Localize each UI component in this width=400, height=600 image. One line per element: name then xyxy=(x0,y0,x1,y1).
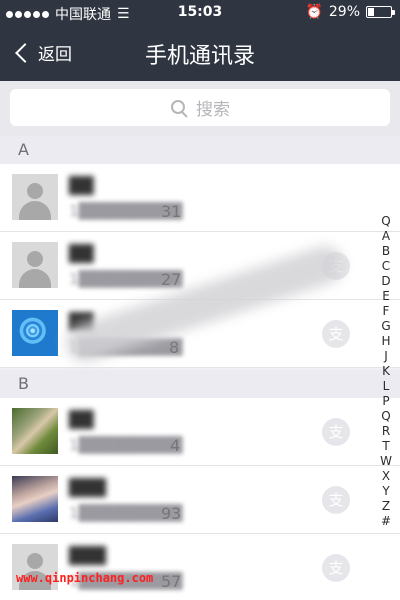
index-letter[interactable]: Z xyxy=(382,499,390,514)
phone-suffix: 93 xyxy=(161,504,182,523)
phone-suffix: 57 xyxy=(161,572,182,591)
index-letter[interactable]: Y xyxy=(382,484,389,499)
section-header-a: A xyxy=(0,136,400,164)
contact-row[interactable]: ███ 1█████████ 57 支 xyxy=(0,534,400,600)
invite-badge[interactable]: 支 xyxy=(322,320,350,348)
alarm-icon: ⏰ xyxy=(305,4,323,20)
index-letter[interactable]: X xyxy=(382,469,390,484)
index-letter[interactable]: E xyxy=(382,289,390,304)
index-letter[interactable]: H xyxy=(381,334,390,349)
contact-phone: 1█████████ xyxy=(69,436,183,454)
contact-name: ██ xyxy=(69,244,94,263)
contact-row[interactable]: ██ 1█████████ 4 支 xyxy=(0,398,400,466)
search-placeholder: 搜索 xyxy=(196,100,230,120)
section-header-b: B xyxy=(0,370,400,398)
contact-row[interactable]: ███ 1█████████ 93 支 xyxy=(0,466,400,534)
index-letter[interactable]: A xyxy=(382,229,390,244)
search-area: 搜索 xyxy=(0,81,400,136)
invite-badge[interactable]: 支 xyxy=(322,554,350,582)
avatar xyxy=(12,242,58,288)
index-letter[interactable]: W xyxy=(380,454,392,469)
battery-percent: 29% xyxy=(328,4,360,20)
index-letter[interactable]: D xyxy=(381,274,390,289)
contacts-screen: 中国联通 ☰ 15:03 ⏰ 29% 返回 手机通讯录 搜索 A ██ 1███… xyxy=(0,0,400,600)
phone-suffix: 4 xyxy=(170,436,181,455)
index-letter[interactable]: # xyxy=(381,514,391,529)
phone-suffix: 27 xyxy=(161,270,182,289)
index-letter[interactable]: Q xyxy=(381,214,390,229)
phone-suffix: 8 xyxy=(169,338,180,357)
index-letter[interactable]: K xyxy=(382,364,390,379)
index-letter[interactable]: L xyxy=(383,379,390,394)
index-letter[interactable]: C xyxy=(382,259,390,274)
page-title: 手机通讯录 xyxy=(144,44,255,69)
avatar xyxy=(12,476,58,522)
contact-name: ██ xyxy=(69,176,94,195)
avatar xyxy=(12,174,58,220)
index-letter[interactable]: T xyxy=(382,439,389,454)
invite-badge[interactable]: 支 xyxy=(322,418,350,446)
search-input[interactable]: 搜索 xyxy=(10,89,390,126)
index-letter[interactable]: B xyxy=(382,244,390,259)
search-icon xyxy=(170,99,188,117)
phone-suffix: 31 xyxy=(161,202,182,221)
contact-row[interactable]: ██ 1█████████ 31 xyxy=(0,164,400,232)
index-letter[interactable]: J xyxy=(384,349,388,364)
status-right: ⏰ 29% xyxy=(305,4,395,20)
index-letter[interactable]: P xyxy=(382,394,389,409)
avatar xyxy=(12,310,58,356)
battery-fill xyxy=(368,8,374,16)
index-letter[interactable]: Q xyxy=(381,409,390,424)
alphabet-index-bar[interactable]: Q A B C D E F G H J K L P Q R T W X Y Z # xyxy=(378,214,394,529)
battery-icon xyxy=(366,6,395,18)
contact-name: ███ xyxy=(69,478,106,497)
status-bar: 中国联通 ☰ 15:03 ⏰ 29% xyxy=(0,0,400,26)
contact-name: ███ xyxy=(69,546,106,565)
contact-name: ██ xyxy=(69,410,94,429)
watermark-text: www.qinpinchang.com xyxy=(16,571,154,585)
navigation-bar: 返回 手机通讯录 xyxy=(0,26,400,81)
index-letter[interactable]: F xyxy=(383,304,390,319)
avatar xyxy=(12,408,58,454)
index-letter[interactable]: R xyxy=(382,424,390,439)
index-letter[interactable]: G xyxy=(381,319,390,334)
invite-badge[interactable]: 支 xyxy=(322,486,350,514)
